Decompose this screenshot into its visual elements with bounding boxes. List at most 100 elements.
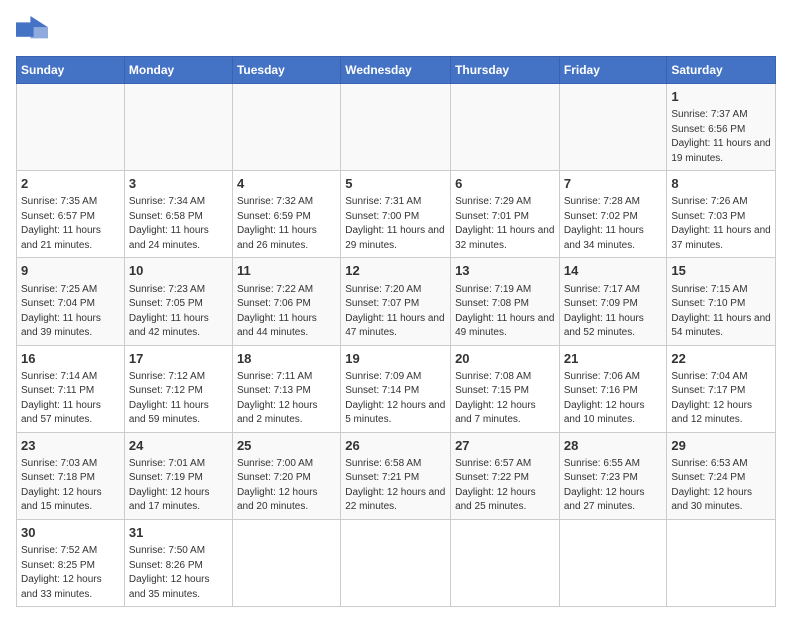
header <box>16 16 776 44</box>
day-info: Sunrise: 7:28 AM Sunset: 7:02 PM Dayligh… <box>564 195 663 253</box>
day-info: Sunrise: 7:52 AM Sunset: 8:25 PM Dayligh… <box>21 544 120 602</box>
day-number: 16 <box>21 350 120 368</box>
day-info: Sunrise: 7:00 AM Sunset: 7:20 PM Dayligh… <box>237 457 336 515</box>
day-number: 10 <box>129 262 228 280</box>
calendar-cell: 16 Sunrise: 7:14 AM Sunset: 7:11 PM Dayli… <box>17 345 125 432</box>
calendar-cell: 22Sunrise: 7:04 AM Sunset: 7:17 PM Dayli… <box>667 345 776 432</box>
calendar-cell: 31 Sunrise: 7:50 AM Sunset: 8:26 PM Dayli… <box>124 519 232 606</box>
calendar-table: SundayMondayTuesdayWednesdayThursdayFrid… <box>16 56 776 607</box>
calendar-week-row: 23Sunrise: 7:03 AM Sunset: 7:18 PM Dayli… <box>17 432 776 519</box>
calendar-cell: 27Sunrise: 6:57 AM Sunset: 7:22 PM Dayli… <box>451 432 560 519</box>
day-info: Sunrise: 7:11 AM Sunset: 7:13 PM Dayligh… <box>237 370 336 428</box>
day-info: Sunrise: 7:15 AM Sunset: 7:10 PM Dayligh… <box>671 283 771 341</box>
calendar-cell <box>667 519 776 606</box>
day-info: Sunrise: 7:26 AM Sunset: 7:03 PM Dayligh… <box>671 195 771 253</box>
day-number: 4 <box>237 175 336 193</box>
day-info: Sunrise: 7:19 AM Sunset: 7:08 PM Dayligh… <box>455 283 555 341</box>
calendar-cell: 18 Sunrise: 7:11 AM Sunset: 7:13 PM Dayli… <box>232 345 340 432</box>
day-info: Sunrise: 7:31 AM Sunset: 7:00 PM Dayligh… <box>345 195 446 253</box>
day-info: Sunrise: 7:23 AM Sunset: 7:05 PM Dayligh… <box>129 283 228 341</box>
day-number: 25 <box>237 437 336 455</box>
day-info: Sunrise: 7:17 AM Sunset: 7:09 PM Dayligh… <box>564 283 663 341</box>
day-info: Sunrise: 7:04 AM Sunset: 7:17 PM Dayligh… <box>671 370 771 428</box>
logo <box>16 16 52 44</box>
calendar-cell: 19Sunrise: 7:09 AM Sunset: 7:14 PM Dayli… <box>341 345 451 432</box>
calendar-week-row: 16 Sunrise: 7:14 AM Sunset: 7:11 PM Dayli… <box>17 345 776 432</box>
calendar-cell: 10 Sunrise: 7:23 AM Sunset: 7:05 PM Dayli… <box>124 258 232 345</box>
calendar-week-row: 2Sunrise: 7:35 AM Sunset: 6:57 PM Daylig… <box>17 171 776 258</box>
calendar-cell: 14Sunrise: 7:17 AM Sunset: 7:09 PM Dayli… <box>559 258 667 345</box>
day-info: Sunrise: 7:37 AM Sunset: 6:56 PM Dayligh… <box>671 108 771 166</box>
day-info: Sunrise: 7:25 AM Sunset: 7:04 PM Dayligh… <box>21 283 120 341</box>
header-row: SundayMondayTuesdayWednesdayThursdayFrid… <box>17 57 776 84</box>
calendar-cell <box>451 84 560 171</box>
day-number: 12 <box>345 262 446 280</box>
calendar-cell: 3 Sunrise: 7:34 AM Sunset: 6:58 PM Daylig… <box>124 171 232 258</box>
day-info: Sunrise: 6:53 AM Sunset: 7:24 PM Dayligh… <box>671 457 771 515</box>
calendar-cell: 21 Sunrise: 7:06 AM Sunset: 7:16 PM Dayli… <box>559 345 667 432</box>
calendar-cell: 30 Sunrise: 7:52 AM Sunset: 8:25 PM Dayli… <box>17 519 125 606</box>
calendar-cell: 28 Sunrise: 6:55 AM Sunset: 7:23 PM Dayli… <box>559 432 667 519</box>
day-info: Sunrise: 7:34 AM Sunset: 6:58 PM Dayligh… <box>129 195 228 253</box>
calendar-cell <box>232 84 340 171</box>
calendar-cell: 17Sunrise: 7:12 AM Sunset: 7:12 PM Dayli… <box>124 345 232 432</box>
day-info: Sunrise: 6:57 AM Sunset: 7:22 PM Dayligh… <box>455 457 555 515</box>
calendar-cell: 4 Sunrise: 7:32 AM Sunset: 6:59 PM Daylig… <box>232 171 340 258</box>
calendar-cell: 8Sunrise: 7:26 AM Sunset: 7:03 PM Daylig… <box>667 171 776 258</box>
calendar-cell: 15 Sunrise: 7:15 AM Sunset: 7:10 PM Dayli… <box>667 258 776 345</box>
day-info: Sunrise: 6:55 AM Sunset: 7:23 PM Dayligh… <box>564 457 663 515</box>
day-of-week-header: Friday <box>559 57 667 84</box>
day-number: 1 <box>671 88 771 106</box>
day-number: 17 <box>129 350 228 368</box>
calendar-cell: 9Sunrise: 7:25 AM Sunset: 7:04 PM Daylig… <box>17 258 125 345</box>
day-number: 19 <box>345 350 446 368</box>
calendar-week-row: 1 Sunrise: 7:37 AM Sunset: 6:56 PM Daylig… <box>17 84 776 171</box>
calendar-cell: 29 Sunrise: 6:53 AM Sunset: 7:24 PM Dayli… <box>667 432 776 519</box>
day-number: 7 <box>564 175 663 193</box>
calendar-cell: 11Sunrise: 7:22 AM Sunset: 7:06 PM Dayli… <box>232 258 340 345</box>
day-number: 18 <box>237 350 336 368</box>
day-number: 3 <box>129 175 228 193</box>
day-number: 28 <box>564 437 663 455</box>
calendar-cell: 24 Sunrise: 7:01 AM Sunset: 7:19 PM Dayli… <box>124 432 232 519</box>
day-number: 2 <box>21 175 120 193</box>
day-info: Sunrise: 7:06 AM Sunset: 7:16 PM Dayligh… <box>564 370 663 428</box>
calendar-cell <box>124 84 232 171</box>
logo-icon <box>16 16 48 44</box>
day-info: Sunrise: 6:58 AM Sunset: 7:21 PM Dayligh… <box>345 457 446 515</box>
calendar-cell: 5 Sunrise: 7:31 AM Sunset: 7:00 PM Daylig… <box>341 171 451 258</box>
calendar-cell <box>559 84 667 171</box>
calendar-cell: 6 Sunrise: 7:29 AM Sunset: 7:01 PM Daylig… <box>451 171 560 258</box>
day-info: Sunrise: 7:20 AM Sunset: 7:07 PM Dayligh… <box>345 283 446 341</box>
day-of-week-header: Thursday <box>451 57 560 84</box>
calendar-cell <box>559 519 667 606</box>
day-number: 31 <box>129 524 228 542</box>
day-number: 29 <box>671 437 771 455</box>
calendar-cell: 12 Sunrise: 7:20 AM Sunset: 7:07 PM Dayli… <box>341 258 451 345</box>
calendar-cell: 7 Sunrise: 7:28 AM Sunset: 7:02 PM Daylig… <box>559 171 667 258</box>
day-of-week-header: Wednesday <box>341 57 451 84</box>
day-number: 26 <box>345 437 446 455</box>
calendar-cell: 23Sunrise: 7:03 AM Sunset: 7:18 PM Dayli… <box>17 432 125 519</box>
day-number: 11 <box>237 262 336 280</box>
day-info: Sunrise: 7:32 AM Sunset: 6:59 PM Dayligh… <box>237 195 336 253</box>
day-number: 6 <box>455 175 555 193</box>
day-number: 20 <box>455 350 555 368</box>
calendar-cell <box>341 84 451 171</box>
calendar-cell <box>232 519 340 606</box>
day-number: 23 <box>21 437 120 455</box>
day-number: 15 <box>671 262 771 280</box>
day-number: 21 <box>564 350 663 368</box>
day-info: Sunrise: 7:50 AM Sunset: 8:26 PM Dayligh… <box>129 544 228 602</box>
day-of-week-header: Tuesday <box>232 57 340 84</box>
day-number: 5 <box>345 175 446 193</box>
calendar-cell: 20Sunrise: 7:08 AM Sunset: 7:15 PM Dayli… <box>451 345 560 432</box>
day-info: Sunrise: 7:29 AM Sunset: 7:01 PM Dayligh… <box>455 195 555 253</box>
calendar-body: 1 Sunrise: 7:37 AM Sunset: 6:56 PM Daylig… <box>17 84 776 607</box>
day-number: 24 <box>129 437 228 455</box>
calendar-header: SundayMondayTuesdayWednesdayThursdayFrid… <box>17 57 776 84</box>
calendar-cell: 25 Sunrise: 7:00 AM Sunset: 7:20 PM Dayli… <box>232 432 340 519</box>
day-info: Sunrise: 7:14 AM Sunset: 7:11 PM Dayligh… <box>21 370 120 428</box>
day-info: Sunrise: 7:01 AM Sunset: 7:19 PM Dayligh… <box>129 457 228 515</box>
day-number: 30 <box>21 524 120 542</box>
